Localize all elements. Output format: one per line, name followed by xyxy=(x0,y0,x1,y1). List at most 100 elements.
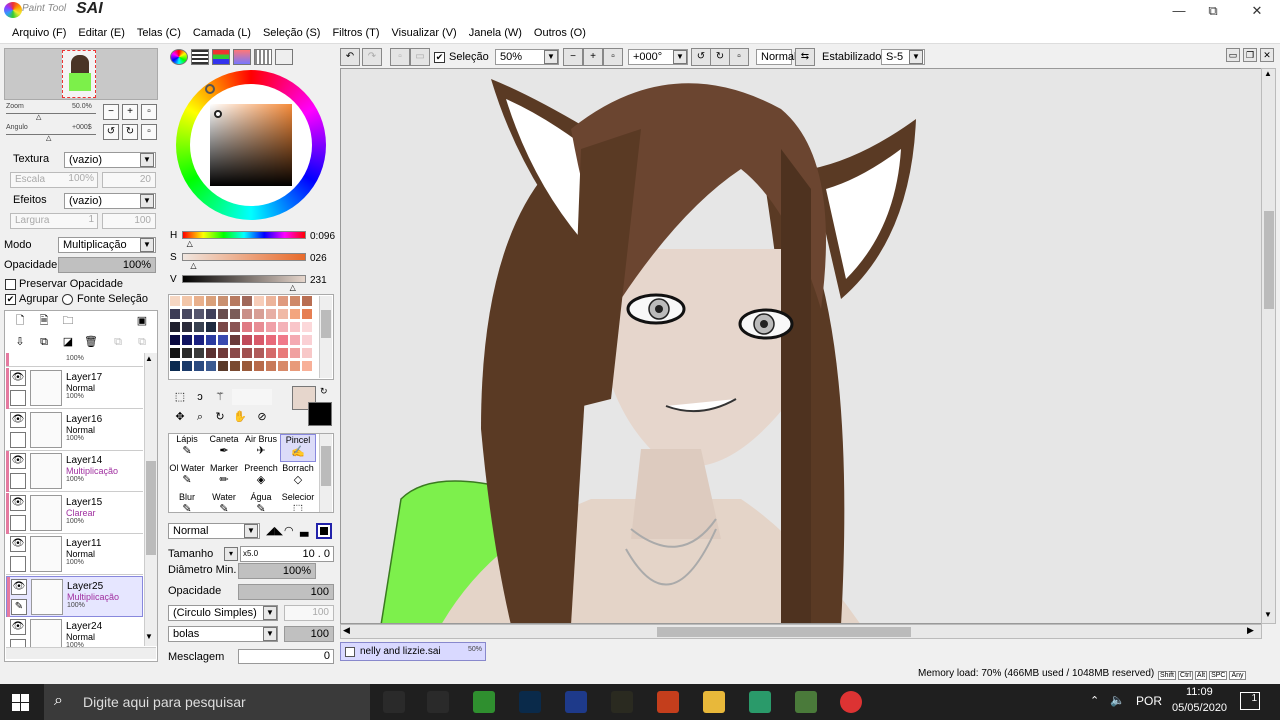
tool-button[interactable]: Blur ✎ xyxy=(169,492,205,512)
chevron-down-icon[interactable]: ▼ xyxy=(909,50,923,64)
color-swatch[interactable] xyxy=(206,361,216,371)
toolbar-rotate-reset-icon[interactable]: ▫ xyxy=(729,48,749,66)
color-swatch[interactable] xyxy=(266,361,276,371)
rotate-right-icon[interactable]: ↻ xyxy=(122,124,138,140)
color-swatch[interactable] xyxy=(182,296,192,306)
notifications-icon[interactable]: 1 xyxy=(1240,692,1260,710)
windows-start-icon[interactable] xyxy=(10,692,32,714)
new-layer-icon[interactable]: 🗋 xyxy=(12,313,28,329)
invert-selection-icon[interactable]: ▭ xyxy=(410,48,430,66)
color-swatch[interactable] xyxy=(278,348,288,358)
zoom-out-icon[interactable]: − xyxy=(103,104,119,120)
color-swatch[interactable] xyxy=(170,361,180,371)
minecraft-icon[interactable] xyxy=(749,691,771,713)
tool-button[interactable]: Preench ◈ xyxy=(243,463,279,491)
color-swatch[interactable] xyxy=(230,335,240,345)
hand-icon[interactable]: ✋ xyxy=(232,409,248,425)
menu-item[interactable]: Arquivo (F) xyxy=(6,22,72,44)
clear-layer-icon[interactable]: ◪ xyxy=(60,334,76,350)
color-swatch[interactable] xyxy=(194,361,204,371)
menu-item[interactable]: Seleção (S) xyxy=(257,22,326,44)
tool-button[interactable]: Marker ✏ xyxy=(206,463,242,491)
color-swatch[interactable] xyxy=(194,309,204,319)
brush-texture-slider[interactable]: 100 xyxy=(284,626,334,642)
layer-lock-box[interactable] xyxy=(10,556,26,572)
menu-item[interactable]: Outros (O) xyxy=(528,22,592,44)
osu-icon[interactable] xyxy=(427,691,449,713)
chevron-down-icon[interactable]: ▼ xyxy=(263,627,277,641)
layer-opacity-slider[interactable]: 100% xyxy=(58,257,156,273)
menu-item[interactable]: Editar (E) xyxy=(72,22,130,44)
hue-slider-handle[interactable]: △ xyxy=(187,239,193,248)
chevron-down-icon[interactable]: ▼ xyxy=(673,50,687,64)
scratchpad-mode-icon[interactable] xyxy=(275,49,293,65)
value-slider-handle[interactable]: △ xyxy=(290,283,296,292)
zoom-in-icon[interactable]: + xyxy=(122,104,138,120)
brush-shape-num[interactable]: 100 xyxy=(284,605,334,621)
color-swatch[interactable] xyxy=(194,322,204,332)
language-indicator[interactable]: POR xyxy=(1136,694,1162,708)
color-swatch[interactable] xyxy=(206,322,216,332)
color-swatch[interactable] xyxy=(290,361,300,371)
menu-item[interactable]: Telas (C) xyxy=(131,22,187,44)
sv-marker[interactable] xyxy=(214,110,222,118)
size-multiplier-dropdown[interactable]: ▾ xyxy=(224,547,238,561)
saturation-value-square[interactable] xyxy=(210,104,292,186)
visibility-eye-icon[interactable]: 👁 xyxy=(10,370,26,386)
tool-button[interactable]: Water ✎ xyxy=(206,492,242,512)
color-swatch[interactable] xyxy=(194,348,204,358)
tool-button[interactable]: Selecior ⬚ xyxy=(280,492,316,512)
color-swatch[interactable] xyxy=(302,348,312,358)
color-swatch[interactable] xyxy=(290,296,300,306)
min-diameter-slider[interactable]: 100% xyxy=(238,563,316,579)
layer-row[interactable]: 👁 Layer16 Normal 100% xyxy=(6,409,143,451)
color-swatch[interactable] xyxy=(230,309,240,319)
visibility-eye-icon[interactable]: 👁 xyxy=(10,494,26,511)
layer-row[interactable]: 👁 Layer11 Normal 100% xyxy=(6,534,143,575)
color-swatch[interactable] xyxy=(170,348,180,358)
rotate-left-icon[interactable]: ↺ xyxy=(103,124,119,140)
brush-flat-icon[interactable]: ▃ xyxy=(300,524,308,537)
color-swatch[interactable] xyxy=(242,322,252,332)
flip-canvas-icon[interactable]: ⇆ xyxy=(795,48,815,66)
explorer-icon[interactable] xyxy=(703,691,725,713)
sai-icon[interactable] xyxy=(795,691,817,713)
volume-icon[interactable]: 🔈 xyxy=(1110,693,1125,707)
saturation-slider[interactable] xyxy=(182,253,306,261)
chrome-icon[interactable] xyxy=(840,691,862,713)
color-swatch[interactable] xyxy=(266,322,276,332)
toolbar-zoom-reset-icon[interactable]: ▫ xyxy=(603,48,623,66)
color-swatch[interactable] xyxy=(266,309,276,319)
size-field[interactable]: x5.0 10 . 0 xyxy=(240,546,334,562)
zoom-slider-handle[interactable]: △ xyxy=(36,113,41,121)
rotate-reset-icon[interactable]: ▫ xyxy=(141,124,157,140)
color-swatch[interactable] xyxy=(218,309,228,319)
search-box[interactable]: ⌕ Digite aqui para pesquisar xyxy=(44,684,370,720)
mdi-minimize-button[interactable]: ▭ xyxy=(1226,48,1240,62)
undo-icon[interactable]: ↶ xyxy=(340,48,360,66)
tool-button[interactable]: Caneta ✒ xyxy=(206,434,242,462)
scroll-up-icon[interactable]: ▲ xyxy=(145,354,153,363)
chevron-down-icon[interactable]: ▼ xyxy=(244,524,258,538)
unity-icon[interactable] xyxy=(383,691,405,713)
move-icon[interactable]: ✥ xyxy=(172,409,188,425)
color-swatch[interactable] xyxy=(242,348,252,358)
brush-soft-icon[interactable]: ◠ xyxy=(284,524,294,537)
color-swatch[interactable] xyxy=(278,296,288,306)
photoshop-icon[interactable] xyxy=(519,691,541,713)
clock-date[interactable]: 05/05/2020 xyxy=(1172,702,1227,714)
blend-slider[interactable]: 0 xyxy=(238,649,334,664)
color-swatch[interactable] xyxy=(230,361,240,371)
brush-hard-icon[interactable]: ◢◣ xyxy=(266,524,283,537)
layer-lock-box[interactable]: ✎ xyxy=(11,598,27,615)
color-swatch[interactable] xyxy=(254,348,264,358)
menu-item[interactable]: Visualizar (V) xyxy=(386,22,463,44)
rect-select-icon[interactable]: ⬚ xyxy=(172,389,188,405)
new-vector-layer-icon[interactable]: 🗎 xyxy=(36,313,52,329)
color-swatch[interactable] xyxy=(218,296,228,306)
layer-lock-box[interactable] xyxy=(10,390,26,406)
chevron-down-icon[interactable]: ▼ xyxy=(140,238,154,252)
color-swatch[interactable] xyxy=(206,296,216,306)
color-swatch[interactable] xyxy=(182,348,192,358)
canvas-vertical-scrollbar[interactable]: ▲ ▼ xyxy=(1261,68,1276,624)
